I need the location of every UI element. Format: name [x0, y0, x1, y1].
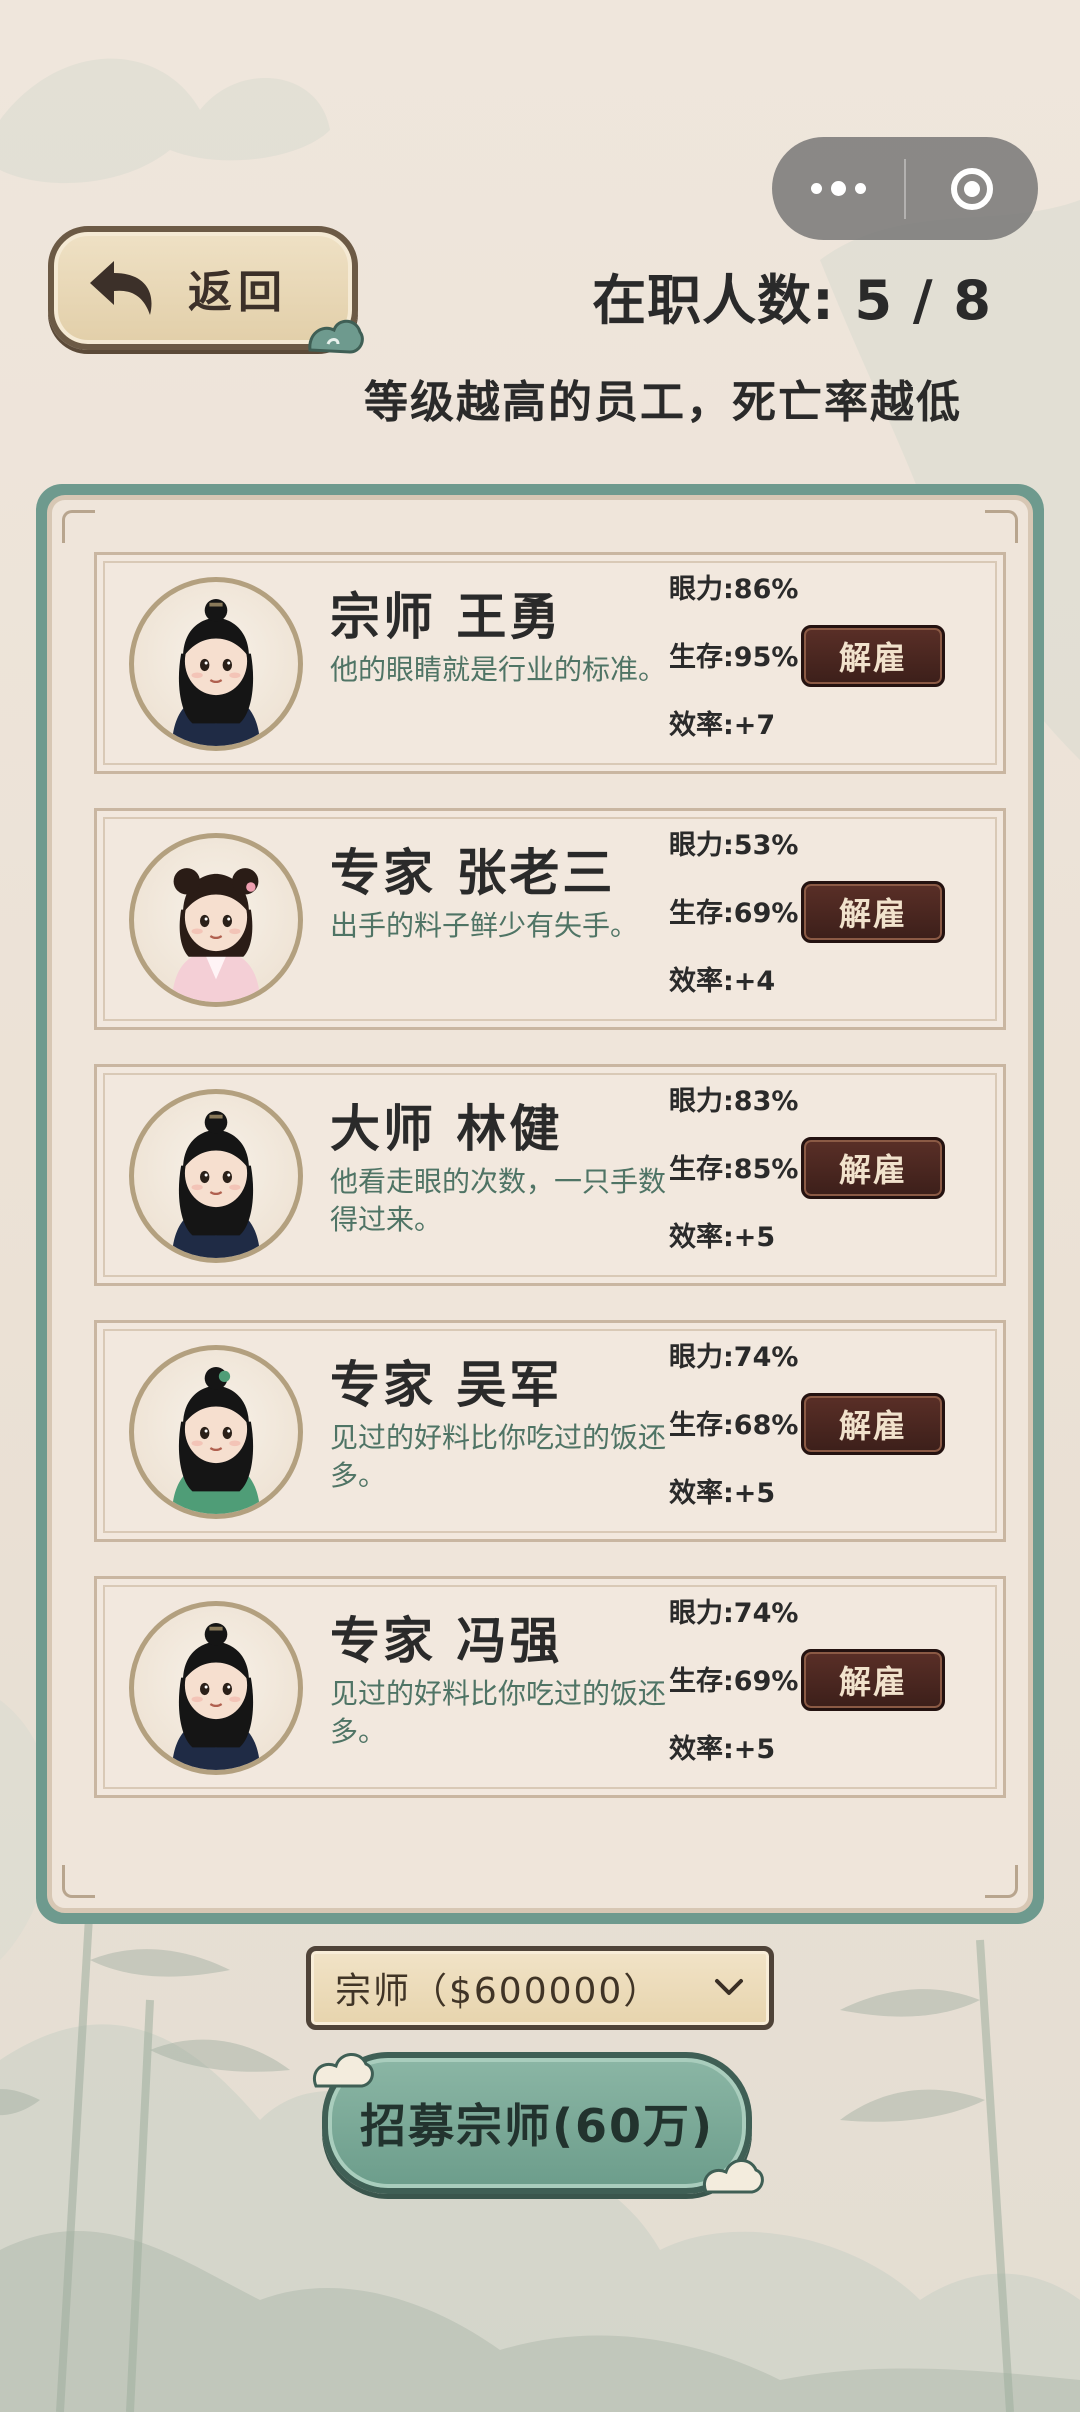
chevron-down-icon	[715, 1979, 743, 1995]
employee-description: 他看走眼的次数，一只手数得过来。	[330, 1165, 667, 1236]
efficiency-stat: 效率:+4	[669, 966, 776, 997]
back-button[interactable]: 返回	[48, 226, 364, 354]
efficiency-stat: 效率:+7	[669, 710, 776, 741]
more-menu-button[interactable]	[772, 181, 904, 196]
portrait-icon	[171, 868, 261, 1002]
hint-text: 等级越高的员工，死亡率越低	[364, 377, 962, 428]
more-dots-icon	[810, 183, 822, 194]
rank-select-value: 宗师（$600000）	[335, 1971, 662, 2012]
cloud-ornament-icon	[313, 2053, 374, 2088]
survival-stat: 生存:68%	[669, 1410, 799, 1441]
employee-description: 见过的好料比你吃过的饭还多。	[330, 1421, 667, 1492]
efficiency-stat: 效率:+5	[669, 1734, 776, 1765]
avatar	[129, 1089, 303, 1263]
employee-name: 大师 林健	[330, 1100, 563, 1158]
employee-name: 专家 吴军	[330, 1356, 563, 1414]
employee-name: 专家 冯强	[330, 1612, 563, 1670]
survival-stat: 生存:69%	[669, 898, 799, 929]
fire-button[interactable]: 解雇	[801, 625, 945, 687]
miniprogram-capsule	[772, 137, 1038, 240]
employee-description: 他的眼睛就是行业的标准。	[330, 653, 667, 686]
efficiency-stat: 效率:+5	[669, 1222, 776, 1253]
cloud-ornament-icon	[703, 2159, 764, 2194]
employee-card: 专家 张老三 出手的料子鲜少有失手。 眼力:53% 生存:69% 效率:+4 解…	[94, 808, 1006, 1030]
avatar	[129, 577, 303, 751]
eyesight-stat: 眼力:53%	[669, 830, 799, 861]
eyesight-stat: 眼力:83%	[669, 1086, 799, 1117]
recruit-label: 招募宗师(60万)	[359, 2099, 715, 2153]
target-icon	[951, 167, 993, 210]
portrait-icon	[171, 1622, 261, 1770]
survival-stat: 生存:95%	[669, 642, 799, 673]
staff-list: 宗师 王勇 他的眼睛就是行业的标准。 眼力:86% 生存:95% 效率:+7 解…	[47, 495, 1033, 1913]
avatar	[129, 1345, 303, 1519]
fire-button[interactable]: 解雇	[801, 1137, 945, 1199]
back-label: 返回	[188, 267, 288, 318]
rank-select[interactable]: 宗师（$600000）	[306, 1946, 774, 2030]
eyesight-stat: 眼力:74%	[669, 1598, 799, 1629]
portrait-icon	[171, 1110, 261, 1258]
employee-description: 出手的料子鲜少有失手。	[330, 909, 639, 942]
headcount-text: 在职人数: 5 / 8	[592, 269, 992, 332]
employee-card: 专家 冯强 见过的好料比你吃过的饭还多。 眼力:74% 生存:69% 效率:+5…	[94, 1576, 1006, 1798]
eyesight-stat: 眼力:86%	[669, 574, 799, 605]
employee-card: 宗师 王勇 他的眼睛就是行业的标准。 眼力:86% 生存:95% 效率:+7 解…	[94, 552, 1006, 774]
employee-name: 专家 张老三	[330, 844, 616, 902]
fire-button[interactable]: 解雇	[801, 1393, 945, 1455]
portrait-icon	[171, 1366, 261, 1514]
recruit-button[interactable]: 招募宗师(60万)	[313, 2052, 764, 2194]
employee-description: 见过的好料比你吃过的饭还多。	[330, 1677, 667, 1748]
survival-stat: 生存:69%	[669, 1666, 799, 1697]
employee-name: 宗师 王勇	[330, 588, 563, 646]
back-arrow-icon	[90, 261, 152, 315]
employee-card: 专家 吴军 见过的好料比你吃过的饭还多。 眼力:74% 生存:68% 效率:+5…	[94, 1320, 1006, 1542]
avatar	[129, 1601, 303, 1775]
fire-button[interactable]: 解雇	[801, 1649, 945, 1711]
avatar	[129, 833, 303, 1007]
survival-stat: 生存:85%	[669, 1154, 799, 1185]
staff-panel: 宗师 王勇 他的眼睛就是行业的标准。 眼力:86% 生存:95% 效率:+7 解…	[36, 484, 1044, 1924]
portrait-icon	[171, 598, 261, 746]
cloud-ornament-icon	[308, 319, 364, 354]
eyesight-stat: 眼力:74%	[669, 1342, 799, 1373]
efficiency-stat: 效率:+5	[669, 1478, 776, 1509]
fire-button[interactable]: 解雇	[801, 881, 945, 943]
close-miniprogram-button[interactable]	[906, 167, 1038, 210]
employee-card: 大师 林健 他看走眼的次数，一只手数得过来。 眼力:83% 生存:85% 效率:…	[94, 1064, 1006, 1286]
